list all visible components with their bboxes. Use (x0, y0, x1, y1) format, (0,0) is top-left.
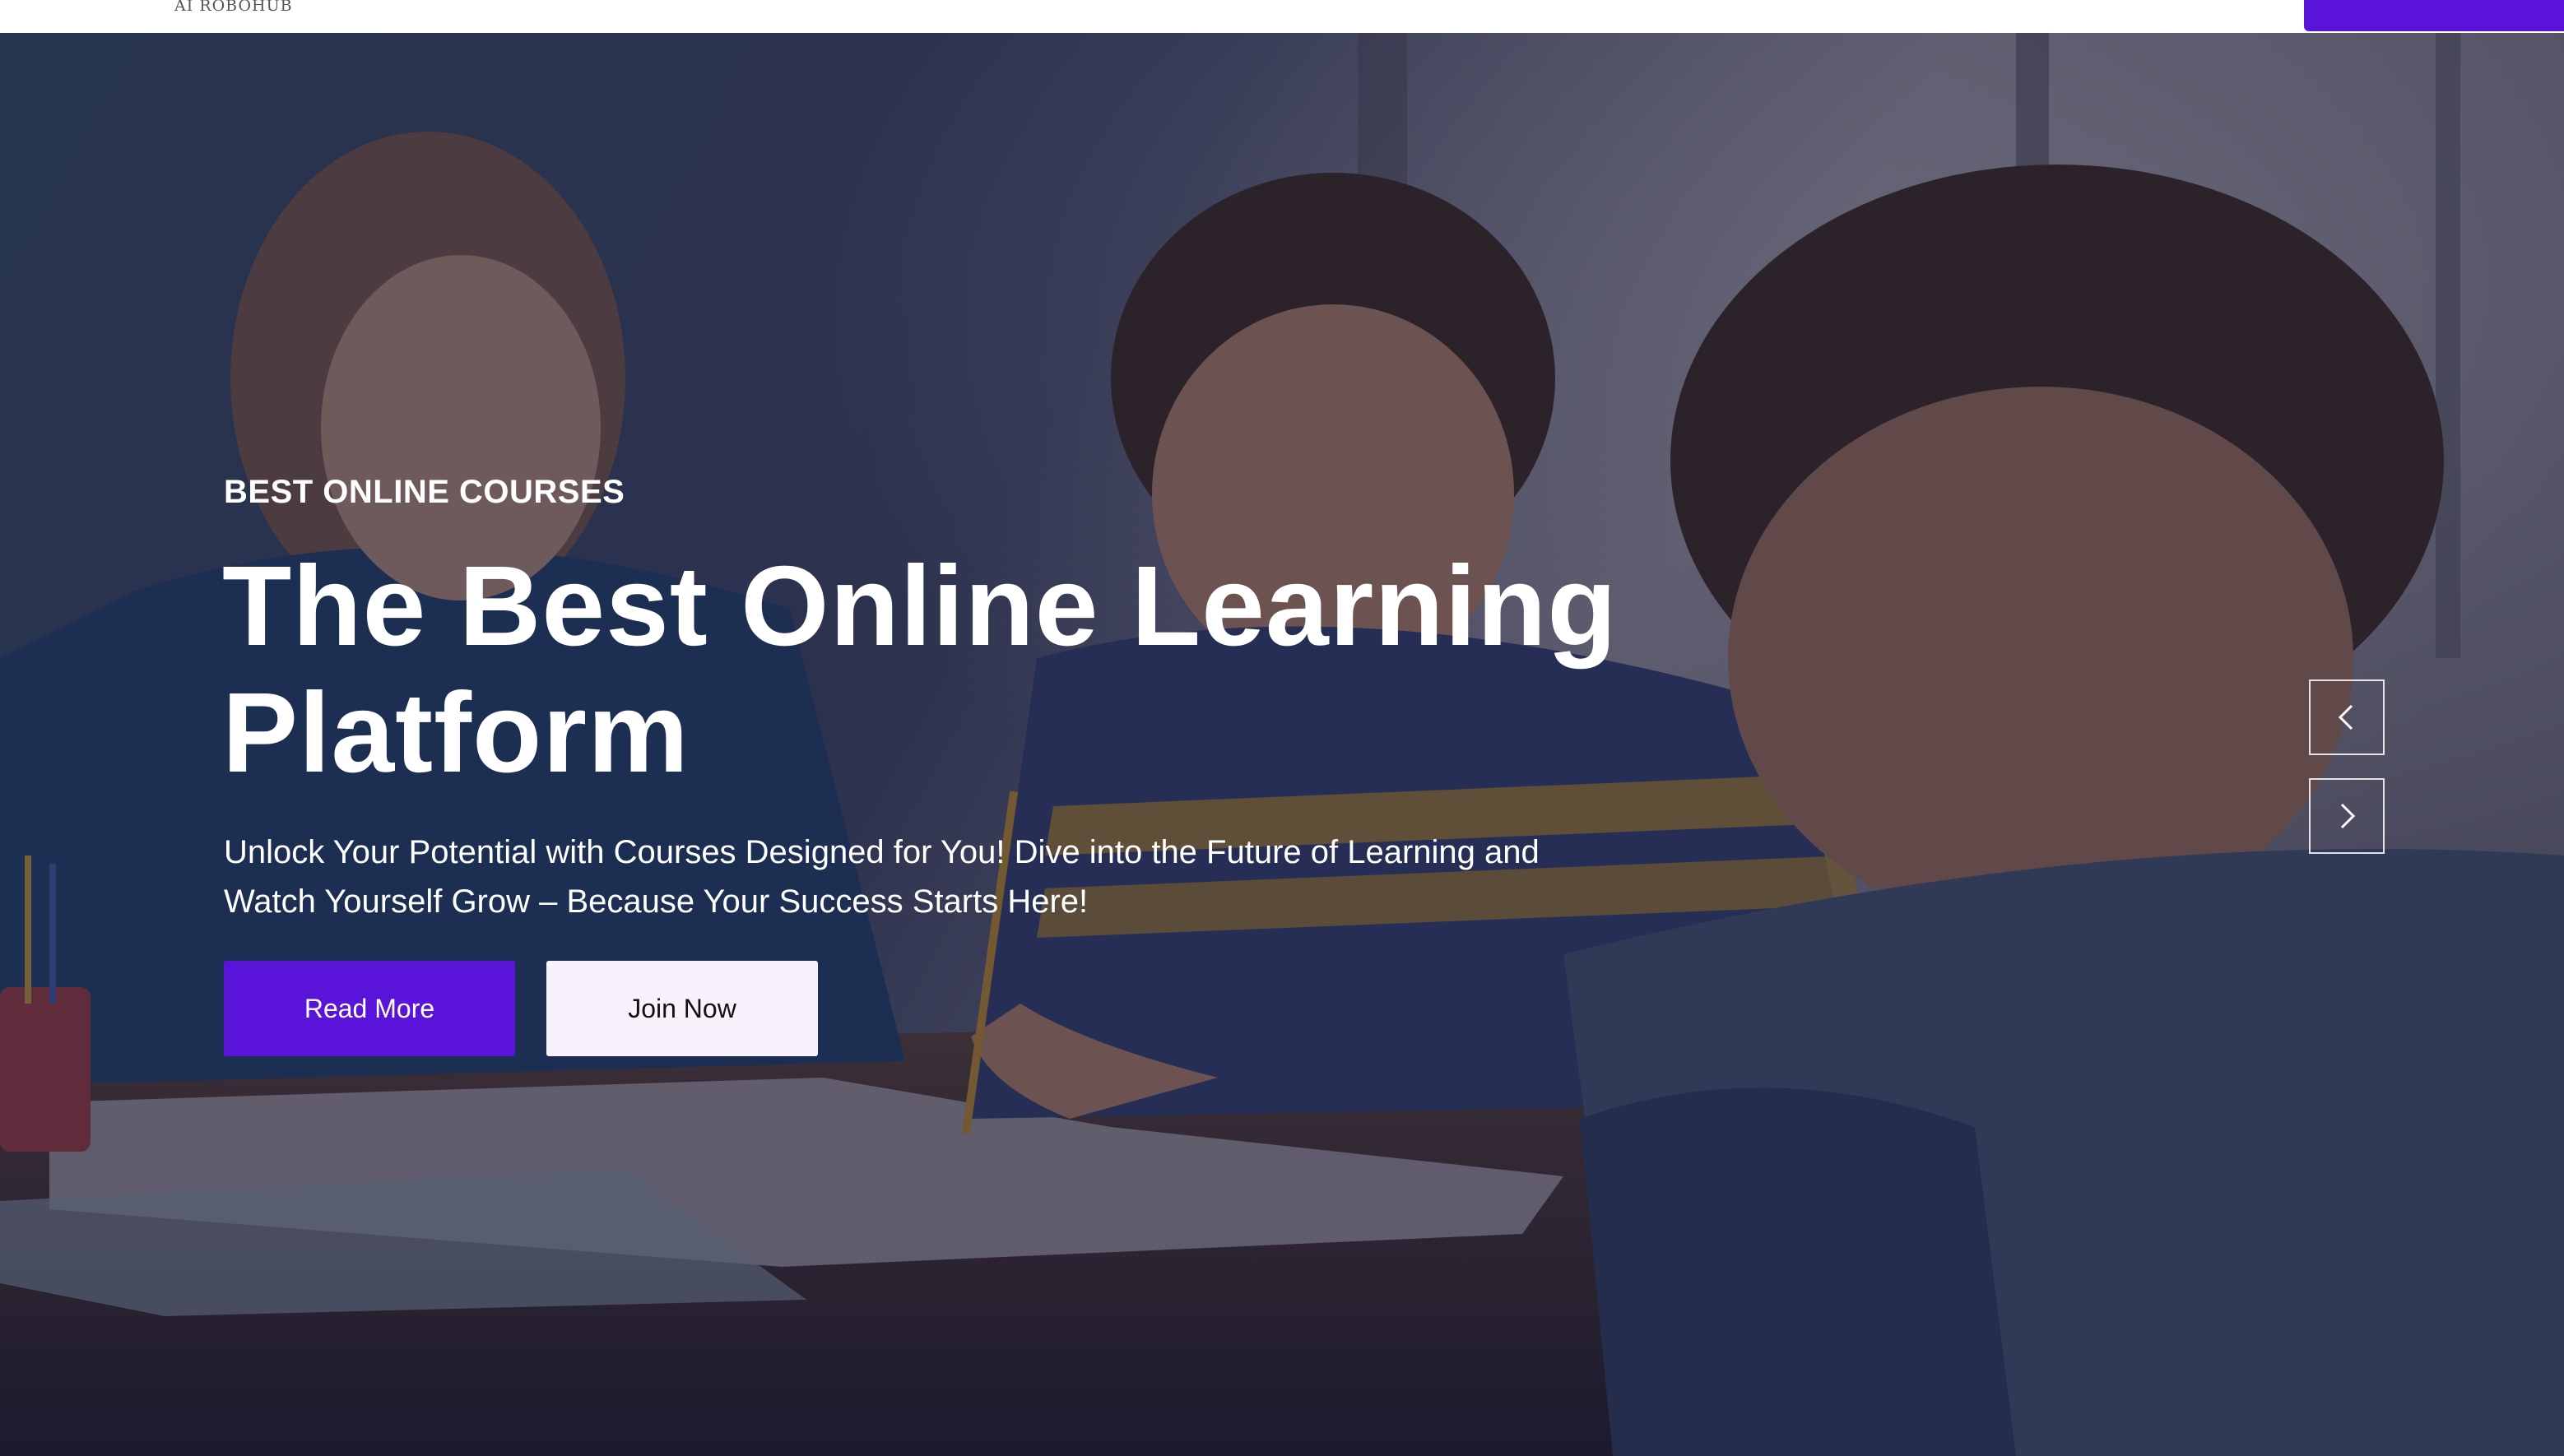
hero-title-line-2: Platform (222, 670, 690, 796)
hero-carousel-slide: BEST ONLINE COURSES The Best Online Lear… (0, 33, 2564, 1456)
hero-subtitle: Unlock Your Potential with Courses Desig… (224, 828, 1573, 926)
carousel-next-button[interactable] (2309, 778, 2385, 854)
top-navbar: AI ROBOHUB (0, 0, 2564, 33)
hero-subtitle-line-1: Unlock Your Potential with Courses Desig… (224, 834, 1540, 870)
hero-title-line-1: The Best Online Learning (222, 543, 1618, 670)
hero-title: The Best Online Learning Platform (222, 543, 1621, 796)
carousel-prev-button[interactable] (2309, 679, 2385, 755)
brand-logo-text[interactable]: AI ROBOHUB (174, 0, 293, 15)
join-now-button[interactable]: Join Now (546, 961, 818, 1056)
chevron-right-icon (2340, 803, 2356, 829)
hero-subtitle-line-2: Watch Yourself Grow – Because Your Succe… (224, 883, 1089, 920)
read-more-button[interactable]: Read More (224, 961, 515, 1056)
navbar-cta-button[interactable] (2304, 0, 2564, 31)
chevron-left-icon (2338, 704, 2353, 730)
hero-eyebrow: BEST ONLINE COURSES (224, 474, 625, 510)
